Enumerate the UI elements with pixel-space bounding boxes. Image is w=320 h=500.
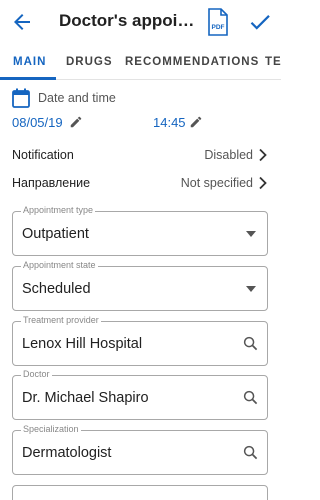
time-value[interactable]: 14:45 xyxy=(153,115,186,130)
referral-value: Not specified xyxy=(180,176,253,190)
tab-recommendations[interactable]: RECOMMENDATIONS xyxy=(125,44,259,79)
referral-label: Направление xyxy=(12,176,91,190)
appointment-type-dropdown[interactable]: Appointment type Outpatient xyxy=(12,205,268,256)
treatment-provider-field[interactable]: Treatment provider Lenox Hill Hospital xyxy=(12,315,268,366)
referral-row[interactable]: Направление Not specified xyxy=(12,173,269,195)
tab-main[interactable]: MAIN xyxy=(13,44,46,79)
search-icon[interactable] xyxy=(243,445,258,460)
edit-pencil-icon[interactable] xyxy=(69,115,83,129)
edit-pencil-icon[interactable] xyxy=(189,115,203,129)
next-field[interactable] xyxy=(12,485,268,500)
doctor-field[interactable]: Doctor Dr. Michael Shapiro xyxy=(12,369,268,420)
doctor-value: Dr. Michael Shapiro xyxy=(22,390,149,406)
date-value[interactable]: 08/05/19 xyxy=(12,115,63,130)
tab-drugs[interactable]: DRUGS xyxy=(66,44,113,79)
search-icon[interactable] xyxy=(243,390,258,405)
specialization-label: Specialization xyxy=(21,424,81,434)
active-tab-indicator xyxy=(0,77,56,80)
search-icon[interactable] xyxy=(243,336,258,351)
pdf-label: PDF xyxy=(212,24,225,31)
appointment-type-label: Appointment type xyxy=(21,205,96,215)
doctor-label: Doctor xyxy=(21,369,52,379)
arrow-back-icon[interactable] xyxy=(10,10,34,34)
calendar-icon xyxy=(12,88,30,108)
specialization-value: Dermatologist xyxy=(22,445,112,461)
treatment-provider-value: Lenox Hill Hospital xyxy=(22,336,143,352)
pdf-file-icon[interactable]: PDF xyxy=(206,8,230,36)
chevron-right-icon xyxy=(259,176,267,190)
app-bar: Doctor's appointment PDF xyxy=(0,0,281,44)
appointment-state-label: Appointment state xyxy=(21,260,98,270)
appointment-state-dropdown[interactable]: Appointment state Scheduled xyxy=(12,260,268,311)
tab-bar: MAIN DRUGS RECOMMENDATIONS TE xyxy=(0,44,281,80)
notification-value: Disabled xyxy=(204,148,253,162)
specialization-field[interactable]: Specialization Dermatologist xyxy=(12,424,268,475)
tab-te[interactable]: TE xyxy=(265,44,281,79)
dropdown-arrow-icon xyxy=(246,286,256,292)
page-title: Doctor's appointment xyxy=(59,11,201,30)
datetime-label: Date and time xyxy=(38,91,116,105)
appointment-state-value: Scheduled xyxy=(22,281,91,297)
checkmark-icon[interactable] xyxy=(247,9,273,35)
chevron-right-icon xyxy=(259,148,267,162)
dropdown-arrow-icon xyxy=(246,231,256,237)
notification-row[interactable]: Notification Disabled xyxy=(12,145,269,167)
appointment-type-value: Outpatient xyxy=(22,226,89,242)
treatment-provider-label: Treatment provider xyxy=(21,315,101,325)
notification-label: Notification xyxy=(12,148,74,162)
